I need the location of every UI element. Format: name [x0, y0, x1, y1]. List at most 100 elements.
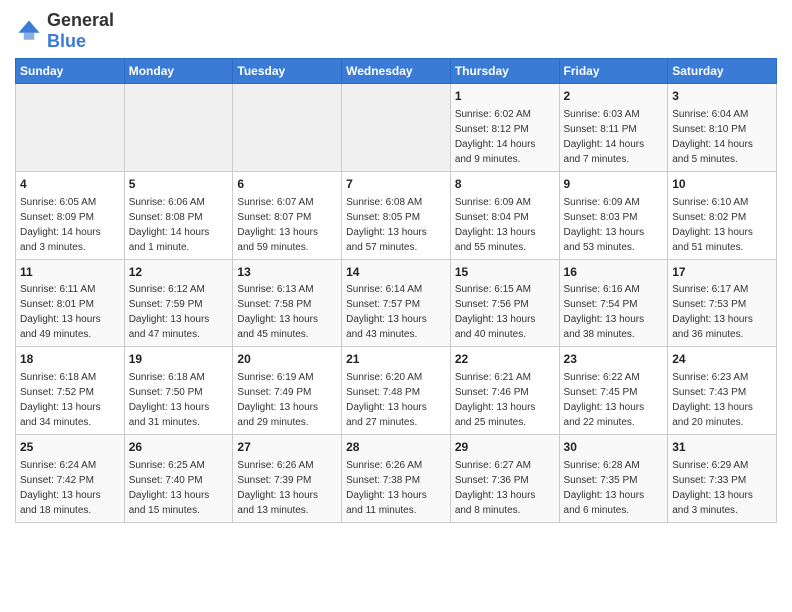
calendar-day-cell: 20 Sunrise: 6:19 AM Sunset: 7:49 PM Dayli…: [233, 347, 342, 435]
day-info: Sunrise: 6:08 AM Sunset: 8:05 PM Dayligh…: [346, 195, 446, 255]
day-info: Sunrise: 6:26 AM Sunset: 7:39 PM Dayligh…: [237, 458, 337, 518]
day-number: 12: [129, 264, 229, 281]
day-number: 7: [346, 176, 446, 193]
calendar-day-cell: 3 Sunrise: 6:04 AM Sunset: 8:10 PM Daylig…: [668, 84, 777, 172]
day-info: Sunrise: 6:18 AM Sunset: 7:52 PM Dayligh…: [20, 370, 120, 430]
calendar-day-cell: 19 Sunrise: 6:18 AM Sunset: 7:50 PM Dayli…: [124, 347, 233, 435]
calendar-day-cell: 22Sunrise: 6:21 AM Sunset: 7:46 PM Dayli…: [450, 347, 559, 435]
day-number: 9: [564, 176, 664, 193]
day-number: 21: [346, 351, 446, 368]
day-info: Sunrise: 6:16 AM Sunset: 7:54 PM Dayligh…: [564, 282, 664, 342]
calendar-day-cell: 28Sunrise: 6:26 AM Sunset: 7:38 PM Dayli…: [342, 435, 451, 523]
weekday-header: Wednesday: [342, 59, 451, 84]
day-number: 14: [346, 264, 446, 281]
day-number: 31: [672, 439, 772, 456]
weekday-header: Tuesday: [233, 59, 342, 84]
calendar-day-cell: 12Sunrise: 6:12 AM Sunset: 7:59 PM Dayli…: [124, 259, 233, 347]
day-number: 20: [237, 351, 337, 368]
calendar-day-cell: 10 Sunrise: 6:10 AM Sunset: 8:02 PM Dayli…: [668, 171, 777, 259]
day-number: 6: [237, 176, 337, 193]
calendar-day-cell: 13Sunrise: 6:13 AM Sunset: 7:58 PM Dayli…: [233, 259, 342, 347]
calendar-day-cell: [233, 84, 342, 172]
calendar-day-cell: 31 Sunrise: 6:29 AM Sunset: 7:33 PM Dayli…: [668, 435, 777, 523]
weekday-header: Monday: [124, 59, 233, 84]
day-number: 13: [237, 264, 337, 281]
weekday-header: Thursday: [450, 59, 559, 84]
day-info: Sunrise: 6:09 AM Sunset: 8:04 PM Dayligh…: [455, 195, 555, 255]
day-number: 3: [672, 88, 772, 105]
day-info: Sunrise: 6:26 AM Sunset: 7:38 PM Dayligh…: [346, 458, 446, 518]
day-info: Sunrise: 6:04 AM Sunset: 8:10 PM Dayligh…: [672, 107, 772, 167]
day-info: Sunrise: 6:22 AM Sunset: 7:45 PM Dayligh…: [564, 370, 664, 430]
day-info: Sunrise: 6:05 AM Sunset: 8:09 PM Dayligh…: [20, 195, 120, 255]
day-number: 30: [564, 439, 664, 456]
day-number: 8: [455, 176, 555, 193]
day-number: 15: [455, 264, 555, 281]
logo: General Blue: [15, 10, 114, 52]
day-info: Sunrise: 6:12 AM Sunset: 7:59 PM Dayligh…: [129, 282, 229, 342]
day-number: 24: [672, 351, 772, 368]
day-info: Sunrise: 6:25 AM Sunset: 7:40 PM Dayligh…: [129, 458, 229, 518]
day-number: 17: [672, 264, 772, 281]
day-info: Sunrise: 6:14 AM Sunset: 7:57 PM Dayligh…: [346, 282, 446, 342]
calendar-day-cell: 30 Sunrise: 6:28 AM Sunset: 7:35 PM Dayli…: [559, 435, 668, 523]
weekday-header: Sunday: [16, 59, 125, 84]
calendar-day-cell: [16, 84, 125, 172]
day-number: 1: [455, 88, 555, 105]
calendar-day-cell: [124, 84, 233, 172]
day-info: Sunrise: 6:15 AM Sunset: 7:56 PM Dayligh…: [455, 282, 555, 342]
day-info: Sunrise: 6:03 AM Sunset: 8:11 PM Dayligh…: [564, 107, 664, 167]
day-info: Sunrise: 6:13 AM Sunset: 7:58 PM Dayligh…: [237, 282, 337, 342]
day-number: 10: [672, 176, 772, 193]
logo-icon: [15, 17, 43, 45]
calendar-day-cell: 27Sunrise: 6:26 AM Sunset: 7:39 PM Dayli…: [233, 435, 342, 523]
calendar-week-row: 4 Sunrise: 6:05 AM Sunset: 8:09 PM Daylig…: [16, 171, 777, 259]
day-number: 5: [129, 176, 229, 193]
day-info: Sunrise: 6:27 AM Sunset: 7:36 PM Dayligh…: [455, 458, 555, 518]
day-number: 18: [20, 351, 120, 368]
logo-general: General: [47, 10, 114, 30]
calendar-table: SundayMondayTuesdayWednesdayThursdayFrid…: [15, 58, 777, 523]
calendar-day-cell: 6 Sunrise: 6:07 AM Sunset: 8:07 PM Daylig…: [233, 171, 342, 259]
day-info: Sunrise: 6:21 AM Sunset: 7:46 PM Dayligh…: [455, 370, 555, 430]
calendar-day-cell: [342, 84, 451, 172]
calendar-day-cell: 11Sunrise: 6:11 AM Sunset: 8:01 PM Dayli…: [16, 259, 125, 347]
day-info: Sunrise: 6:29 AM Sunset: 7:33 PM Dayligh…: [672, 458, 772, 518]
calendar-day-cell: 24 Sunrise: 6:23 AM Sunset: 7:43 PM Dayli…: [668, 347, 777, 435]
day-info: Sunrise: 6:17 AM Sunset: 7:53 PM Dayligh…: [672, 282, 772, 342]
calendar-day-cell: 25Sunrise: 6:24 AM Sunset: 7:42 PM Dayli…: [16, 435, 125, 523]
day-info: Sunrise: 6:09 AM Sunset: 8:03 PM Dayligh…: [564, 195, 664, 255]
day-info: Sunrise: 6:18 AM Sunset: 7:50 PM Dayligh…: [129, 370, 229, 430]
weekday-header: Saturday: [668, 59, 777, 84]
calendar-week-row: 18 Sunrise: 6:18 AM Sunset: 7:52 PM Dayli…: [16, 347, 777, 435]
day-info: Sunrise: 6:06 AM Sunset: 8:08 PM Dayligh…: [129, 195, 229, 255]
calendar-day-cell: 7 Sunrise: 6:08 AM Sunset: 8:05 PM Daylig…: [342, 171, 451, 259]
weekday-header: Friday: [559, 59, 668, 84]
calendar-day-cell: 29 Sunrise: 6:27 AM Sunset: 7:36 PM Dayli…: [450, 435, 559, 523]
calendar-day-cell: 2Sunrise: 6:03 AM Sunset: 8:11 PM Daylig…: [559, 84, 668, 172]
day-info: Sunrise: 6:24 AM Sunset: 7:42 PM Dayligh…: [20, 458, 120, 518]
day-number: 16: [564, 264, 664, 281]
day-info: Sunrise: 6:19 AM Sunset: 7:49 PM Dayligh…: [237, 370, 337, 430]
day-number: 26: [129, 439, 229, 456]
calendar-day-cell: 5 Sunrise: 6:06 AM Sunset: 8:08 PM Daylig…: [124, 171, 233, 259]
day-number: 19: [129, 351, 229, 368]
calendar-day-cell: 26 Sunrise: 6:25 AM Sunset: 7:40 PM Dayli…: [124, 435, 233, 523]
calendar-week-row: 1Sunrise: 6:02 AM Sunset: 8:12 PM Daylig…: [16, 84, 777, 172]
calendar-day-cell: 16Sunrise: 6:16 AM Sunset: 7:54 PM Dayli…: [559, 259, 668, 347]
calendar-day-cell: 21Sunrise: 6:20 AM Sunset: 7:48 PM Dayli…: [342, 347, 451, 435]
day-info: Sunrise: 6:07 AM Sunset: 8:07 PM Dayligh…: [237, 195, 337, 255]
day-info: Sunrise: 6:28 AM Sunset: 7:35 PM Dayligh…: [564, 458, 664, 518]
calendar-day-cell: 23 Sunrise: 6:22 AM Sunset: 7:45 PM Dayli…: [559, 347, 668, 435]
day-number: 23: [564, 351, 664, 368]
calendar-day-cell: 15Sunrise: 6:15 AM Sunset: 7:56 PM Dayli…: [450, 259, 559, 347]
day-info: Sunrise: 6:10 AM Sunset: 8:02 PM Dayligh…: [672, 195, 772, 255]
day-info: Sunrise: 6:11 AM Sunset: 8:01 PM Dayligh…: [20, 282, 120, 342]
day-info: Sunrise: 6:23 AM Sunset: 7:43 PM Dayligh…: [672, 370, 772, 430]
calendar-day-cell: 17Sunrise: 6:17 AM Sunset: 7:53 PM Dayli…: [668, 259, 777, 347]
calendar-day-cell: 4 Sunrise: 6:05 AM Sunset: 8:09 PM Daylig…: [16, 171, 125, 259]
day-number: 4: [20, 176, 120, 193]
calendar-week-row: 25Sunrise: 6:24 AM Sunset: 7:42 PM Dayli…: [16, 435, 777, 523]
day-number: 29: [455, 439, 555, 456]
page-header: General Blue: [15, 10, 777, 52]
